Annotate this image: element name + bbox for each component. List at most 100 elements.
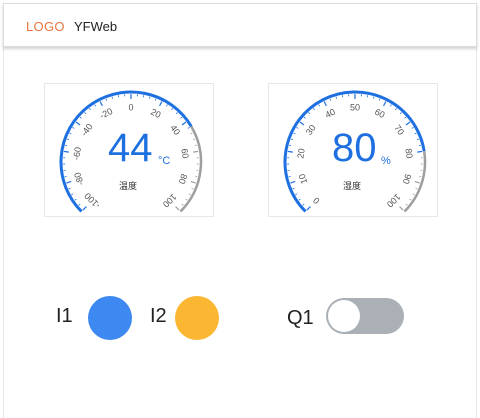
gauge-minor-tick: [313, 108, 315, 111]
gauge-minor-tick: [415, 187, 418, 190]
gauge-minor-tick: [84, 112, 87, 115]
gauge-major-tick: [190, 180, 196, 184]
temperature-gauge: -100 -80 -60 -40 -20 0 20 40 60 80 100 44 °C 温度: [44, 83, 214, 217]
gauge-minor-tick: [411, 127, 414, 129]
logo[interactable]: LOGO: [26, 19, 65, 34]
app-title: YFWeb: [74, 19, 118, 34]
gauge-minor-tick: [409, 198, 412, 201]
humidity-label: 湿度: [343, 182, 362, 192]
gauge-tick-label: 30: [304, 123, 318, 137]
output-q1-label: Q1: [287, 307, 314, 329]
gauge-minor-tick: [295, 193, 298, 196]
gauge-minor-tick: [72, 127, 75, 129]
gauge-minor-tick: [171, 108, 173, 111]
gauge-tick-label: 70: [392, 123, 406, 137]
gauge-major-tick: [414, 180, 420, 184]
gauge-minor-tick: [399, 112, 402, 115]
gauge-major-tick: [306, 206, 311, 211]
gauge-major-tick: [82, 206, 87, 211]
gauge-tick-label: 90: [401, 173, 414, 186]
gauge-tick-label: 20: [295, 148, 306, 159]
humidity-value: 80: [332, 126, 377, 170]
gauge-minor-tick: [166, 104, 168, 107]
gauge-tick-label: 40: [323, 107, 336, 120]
gauge-minor-tick: [89, 108, 91, 111]
gauge-minor-tick: [390, 104, 392, 107]
gauge-minor-tick: [105, 98, 108, 101]
gauge-minor-tick: [404, 116, 407, 119]
gauge-tick-label: -40: [79, 122, 95, 138]
gauge-major-tick: [99, 101, 103, 107]
gauge-major-tick: [299, 121, 305, 126]
gauge-minor-tick: [378, 98, 381, 101]
gauge-tick-label: 10: [297, 173, 310, 186]
gauge-minor-tick: [69, 132, 72, 135]
gauge-minor-tick: [302, 203, 305, 206]
gauge-minor-tick: [290, 138, 294, 141]
gauge-tick-label: 80: [403, 148, 414, 159]
gauge-major-tick: [405, 121, 411, 126]
gauge-minor-tick: [192, 138, 196, 141]
gauge-major-tick: [290, 180, 296, 184]
gauge-track: [179, 125, 203, 213]
gauge-minor-tick: [74, 198, 77, 201]
gauge-minor-tick: [296, 127, 299, 129]
input-i1-label: I1: [56, 305, 73, 327]
gauge-minor-tick: [154, 98, 157, 101]
gauge-major-tick: [399, 206, 404, 211]
gauge-tick-label: 20: [149, 107, 162, 120]
gauge-minor-tick: [78, 203, 81, 206]
gauge-minor-tick: [187, 127, 190, 129]
gauge-major-tick: [417, 150, 423, 153]
gauge-major-tick: [323, 101, 327, 107]
gauge-minor-tick: [149, 96, 151, 99]
gauge-minor-tick: [188, 193, 191, 196]
gauge-minor-tick: [298, 198, 301, 201]
gauge-minor-tick: [181, 203, 184, 206]
gauge-tick-label: 40: [168, 123, 182, 137]
humidity-unit: %: [381, 155, 391, 167]
gauge-minor-tick: [292, 187, 295, 190]
gauge-tick-label: 60: [373, 107, 386, 120]
temperature-label: 温度: [119, 182, 138, 192]
gauge-minor-tick: [79, 116, 82, 119]
gauge-minor-tick: [190, 132, 193, 135]
gauge-tick-label: 80: [177, 173, 190, 186]
gauge-minor-tick: [94, 104, 96, 107]
gauge-major-tick: [181, 121, 187, 126]
gauge-tick-label: 0: [311, 195, 322, 206]
gauge-major-tick: [193, 150, 199, 153]
gauge-tick-label: -60: [71, 146, 83, 160]
gauge-minor-tick: [66, 138, 70, 141]
gauge-minor-tick: [111, 96, 113, 99]
gauge-tick-label: 50: [350, 102, 360, 112]
output-q1-toggle[interactable]: [326, 298, 404, 334]
gauge-tick-label: -20: [98, 106, 114, 121]
gauge-major-tick: [75, 121, 81, 126]
gauge-minor-tick: [303, 116, 306, 119]
gauge-tick-label: 60: [179, 148, 190, 159]
input-i1-indicator: [88, 296, 132, 340]
gauge-minor-tick: [191, 187, 194, 190]
gauge-major-tick: [287, 150, 293, 153]
gauge-minor-tick: [318, 104, 320, 107]
gauge-minor-tick: [180, 116, 183, 119]
gauge-minor-tick: [175, 112, 178, 115]
gauge-major-tick: [383, 101, 387, 107]
humidity-gauge: 0 10 20 30 40 50 60 70 80 90 100 80 % 湿度: [268, 83, 438, 217]
temperature-unit: °C: [158, 155, 171, 167]
gauge-minor-tick: [414, 132, 417, 135]
temperature-value: 44: [108, 126, 153, 170]
gauge-minor-tick: [71, 193, 74, 196]
gauge-minor-tick: [395, 108, 397, 111]
input-i2-indicator: [175, 296, 219, 340]
gauge-minor-tick: [308, 112, 311, 115]
gauge-minor-tick: [416, 138, 420, 141]
gauge-major-tick: [175, 206, 180, 211]
toggle-knob: [328, 300, 360, 332]
gauge-major-tick: [66, 180, 72, 184]
gauge-minor-tick: [329, 98, 332, 101]
gauge-major-tick: [159, 101, 163, 107]
gauge-tick-label: -80: [72, 171, 86, 186]
gauge-minor-tick: [335, 96, 337, 99]
